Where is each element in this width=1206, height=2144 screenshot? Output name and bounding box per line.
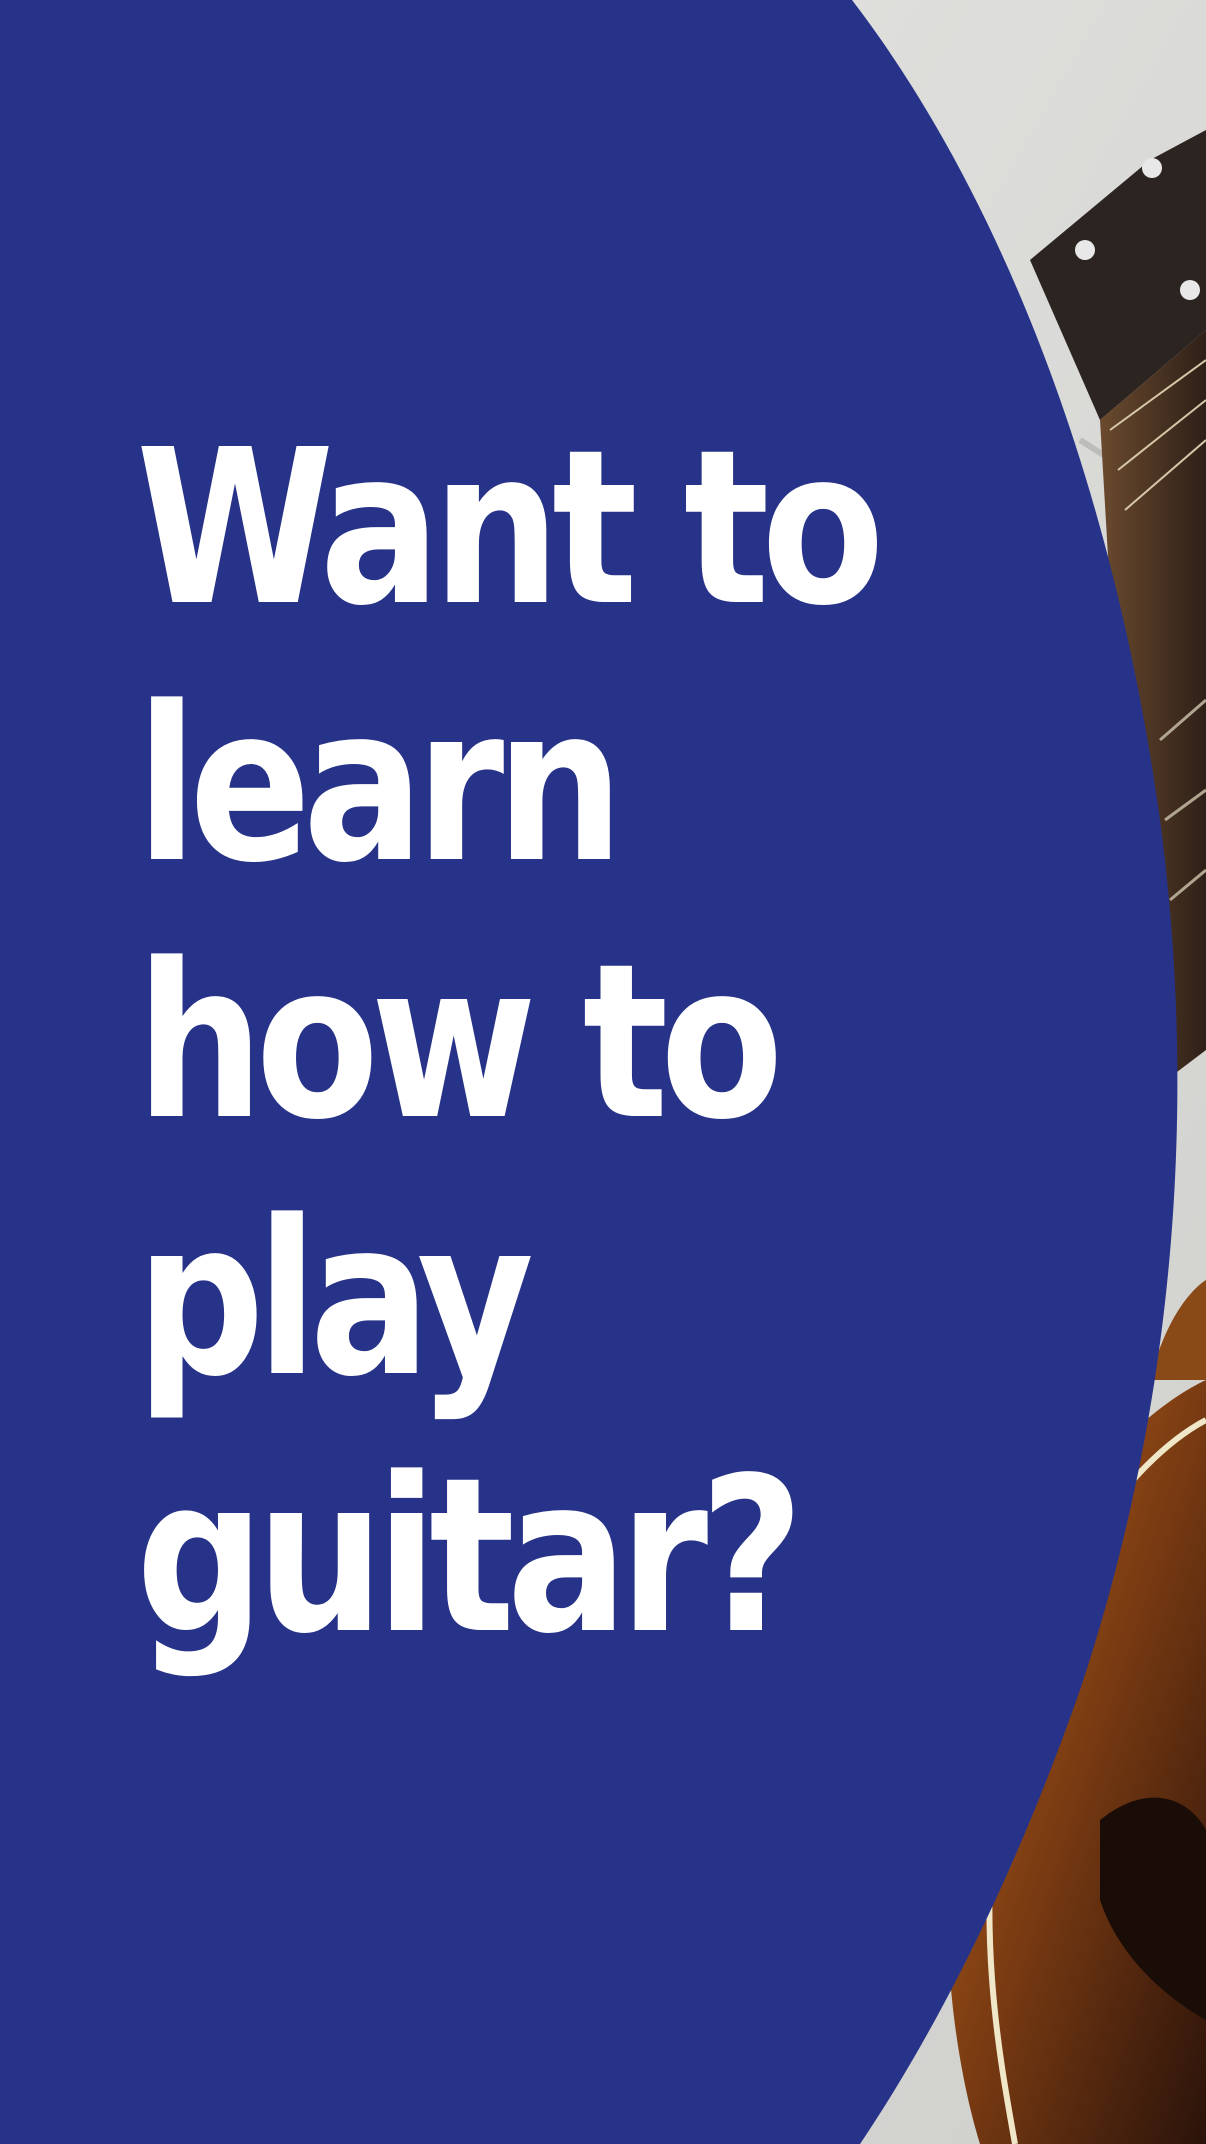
headline-line-2: learn — [136, 661, 624, 910]
promo-slide: Want to learn how to play guitar? — [0, 0, 1206, 2144]
headline-line-4: play — [136, 1175, 534, 1424]
headline-line-3: how to — [136, 918, 784, 1167]
headline: Want to learn how to play guitar? — [136, 400, 885, 1685]
headline-line-5: guitar? — [136, 1432, 804, 1681]
headline-line-1: Want to — [136, 404, 885, 653]
